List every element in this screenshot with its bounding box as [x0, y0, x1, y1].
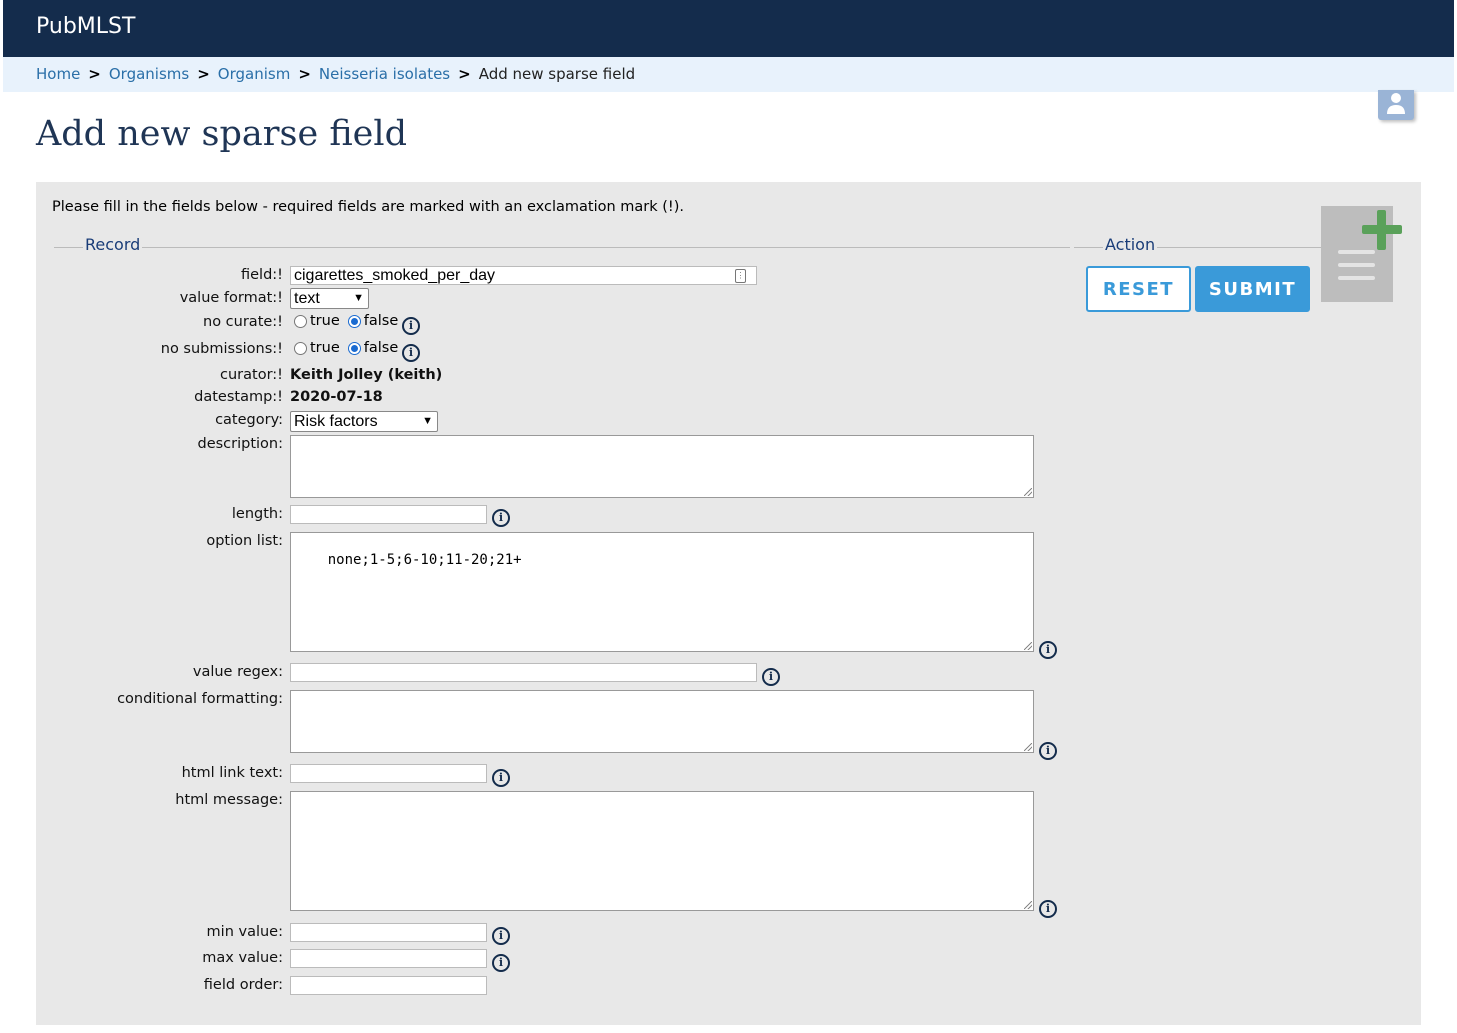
- breadcrumb-neisseria-isolates[interactable]: Neisseria isolates: [319, 65, 450, 83]
- option-list-value: none;1-5;6-10;11-20;21+: [327, 552, 522, 568]
- breadcrumb: Home > Organisms > Organism > Neisseria isolat…: [3, 57, 1454, 92]
- no-submissions-false-radio[interactable]: [347, 341, 361, 355]
- datestamp-label: datestamp:!: [194, 389, 283, 405]
- category-label: category:: [215, 412, 283, 428]
- key-icon: ⋮: [735, 269, 746, 283]
- info-icon[interactable]: i: [1039, 742, 1057, 760]
- option-list-label: option list:: [206, 533, 283, 549]
- category-select[interactable]: Risk factors ▼: [290, 411, 438, 432]
- min-value-input[interactable]: [290, 923, 487, 942]
- user-icon[interactable]: [1378, 90, 1414, 120]
- curator-value: Keith Jolley (keith): [290, 367, 443, 383]
- field-label: field:!: [241, 267, 283, 283]
- intro-text: Please fill in the fields below - requir…: [52, 199, 684, 215]
- no-curate-label: no curate:!: [203, 314, 283, 330]
- reset-button[interactable]: RESET: [1086, 266, 1191, 312]
- no-submissions-radio-group: true false: [294, 340, 406, 356]
- field-input[interactable]: cigarettes_smoked_per_day ⋮: [290, 266, 757, 285]
- conditional-formatting-textarea[interactable]: [290, 690, 1034, 753]
- conditional-formatting-label: conditional formatting:: [117, 691, 283, 707]
- field-order-label: field order:: [203, 977, 283, 993]
- breadcrumb-current: Add new sparse field: [478, 65, 636, 83]
- datestamp-value: 2020-07-18: [290, 389, 383, 405]
- brand-logo[interactable]: PubMLST: [36, 14, 135, 39]
- no-submissions-label: no submissions:!: [160, 341, 283, 357]
- breadcrumb-separator: >: [298, 65, 311, 83]
- record-fieldset-border: [54, 247, 1070, 248]
- doc-line: [1338, 276, 1375, 280]
- no-submissions-true-label: true: [310, 340, 340, 356]
- field-input-value: cigarettes_smoked_per_day: [294, 267, 496, 284]
- chevron-down-icon: ▼: [353, 292, 364, 304]
- no-curate-false-radio[interactable]: [347, 314, 361, 328]
- length-input[interactable]: [290, 505, 487, 524]
- no-curate-false-label: false: [363, 313, 399, 329]
- breadcrumb-organisms[interactable]: Organisms: [109, 65, 189, 83]
- resize-handle[interactable]: [1024, 488, 1032, 496]
- value-format-selected: text: [294, 290, 320, 307]
- html-link-text-label: html link text:: [181, 765, 283, 781]
- breadcrumb-separator: >: [197, 65, 210, 83]
- max-value-input[interactable]: [290, 949, 487, 968]
- plus-icon: [1362, 225, 1402, 234]
- resize-handle[interactable]: [1024, 642, 1032, 650]
- no-curate-true-radio[interactable]: [294, 314, 307, 328]
- breadcrumb-separator: >: [458, 65, 471, 83]
- doc-line: [1338, 263, 1375, 267]
- min-value-label: min value:: [206, 924, 283, 940]
- info-icon[interactable]: i: [762, 668, 780, 686]
- submit-button[interactable]: SUBMIT: [1195, 266, 1310, 312]
- field-order-input[interactable]: [290, 976, 487, 995]
- html-message-textarea[interactable]: [290, 791, 1034, 911]
- no-submissions-false-label: false: [363, 340, 399, 356]
- description-label: description:: [197, 436, 283, 452]
- top-bar: PubMLST: [3, 0, 1454, 57]
- info-icon[interactable]: i: [402, 344, 420, 362]
- html-message-label: html message:: [175, 792, 283, 808]
- value-format-select[interactable]: text ▼: [290, 288, 369, 309]
- length-label: length:: [231, 506, 283, 522]
- info-icon[interactable]: i: [492, 927, 510, 945]
- page-title: Add new sparse field: [36, 114, 407, 154]
- value-regex-input[interactable]: [290, 663, 757, 682]
- form-panel: Please fill in the fields below - requir…: [36, 182, 1421, 1025]
- category-selected: Risk factors: [294, 413, 378, 430]
- resize-handle[interactable]: [1024, 743, 1032, 751]
- add-document-icon[interactable]: [1321, 206, 1402, 302]
- value-format-label: value format:!: [179, 290, 283, 306]
- max-value-label: max value:: [202, 950, 283, 966]
- info-icon[interactable]: i: [1039, 900, 1057, 918]
- info-icon[interactable]: i: [1039, 641, 1057, 659]
- info-icon[interactable]: i: [492, 954, 510, 972]
- info-icon[interactable]: i: [492, 509, 510, 527]
- info-icon[interactable]: i: [402, 317, 420, 335]
- no-submissions-true-radio[interactable]: [294, 341, 307, 355]
- record-legend: Record: [83, 235, 143, 254]
- curator-label: curator:!: [220, 367, 283, 383]
- doc-line: [1338, 250, 1375, 254]
- action-legend: Action: [1103, 235, 1158, 254]
- option-list-textarea[interactable]: none;1-5;6-10;11-20;21+: [290, 532, 1034, 652]
- breadcrumb-organism[interactable]: Organism: [218, 65, 291, 83]
- chevron-down-icon: ▼: [422, 415, 433, 427]
- breadcrumb-separator: >: [88, 65, 101, 83]
- no-curate-radio-group: true false: [294, 313, 406, 329]
- breadcrumb-home[interactable]: Home: [36, 65, 80, 83]
- html-link-text-input[interactable]: [290, 764, 487, 783]
- description-textarea[interactable]: [290, 435, 1034, 498]
- no-curate-true-label: true: [310, 313, 340, 329]
- value-regex-label: value regex:: [192, 664, 283, 680]
- info-icon[interactable]: i: [492, 769, 510, 787]
- resize-handle[interactable]: [1024, 901, 1032, 909]
